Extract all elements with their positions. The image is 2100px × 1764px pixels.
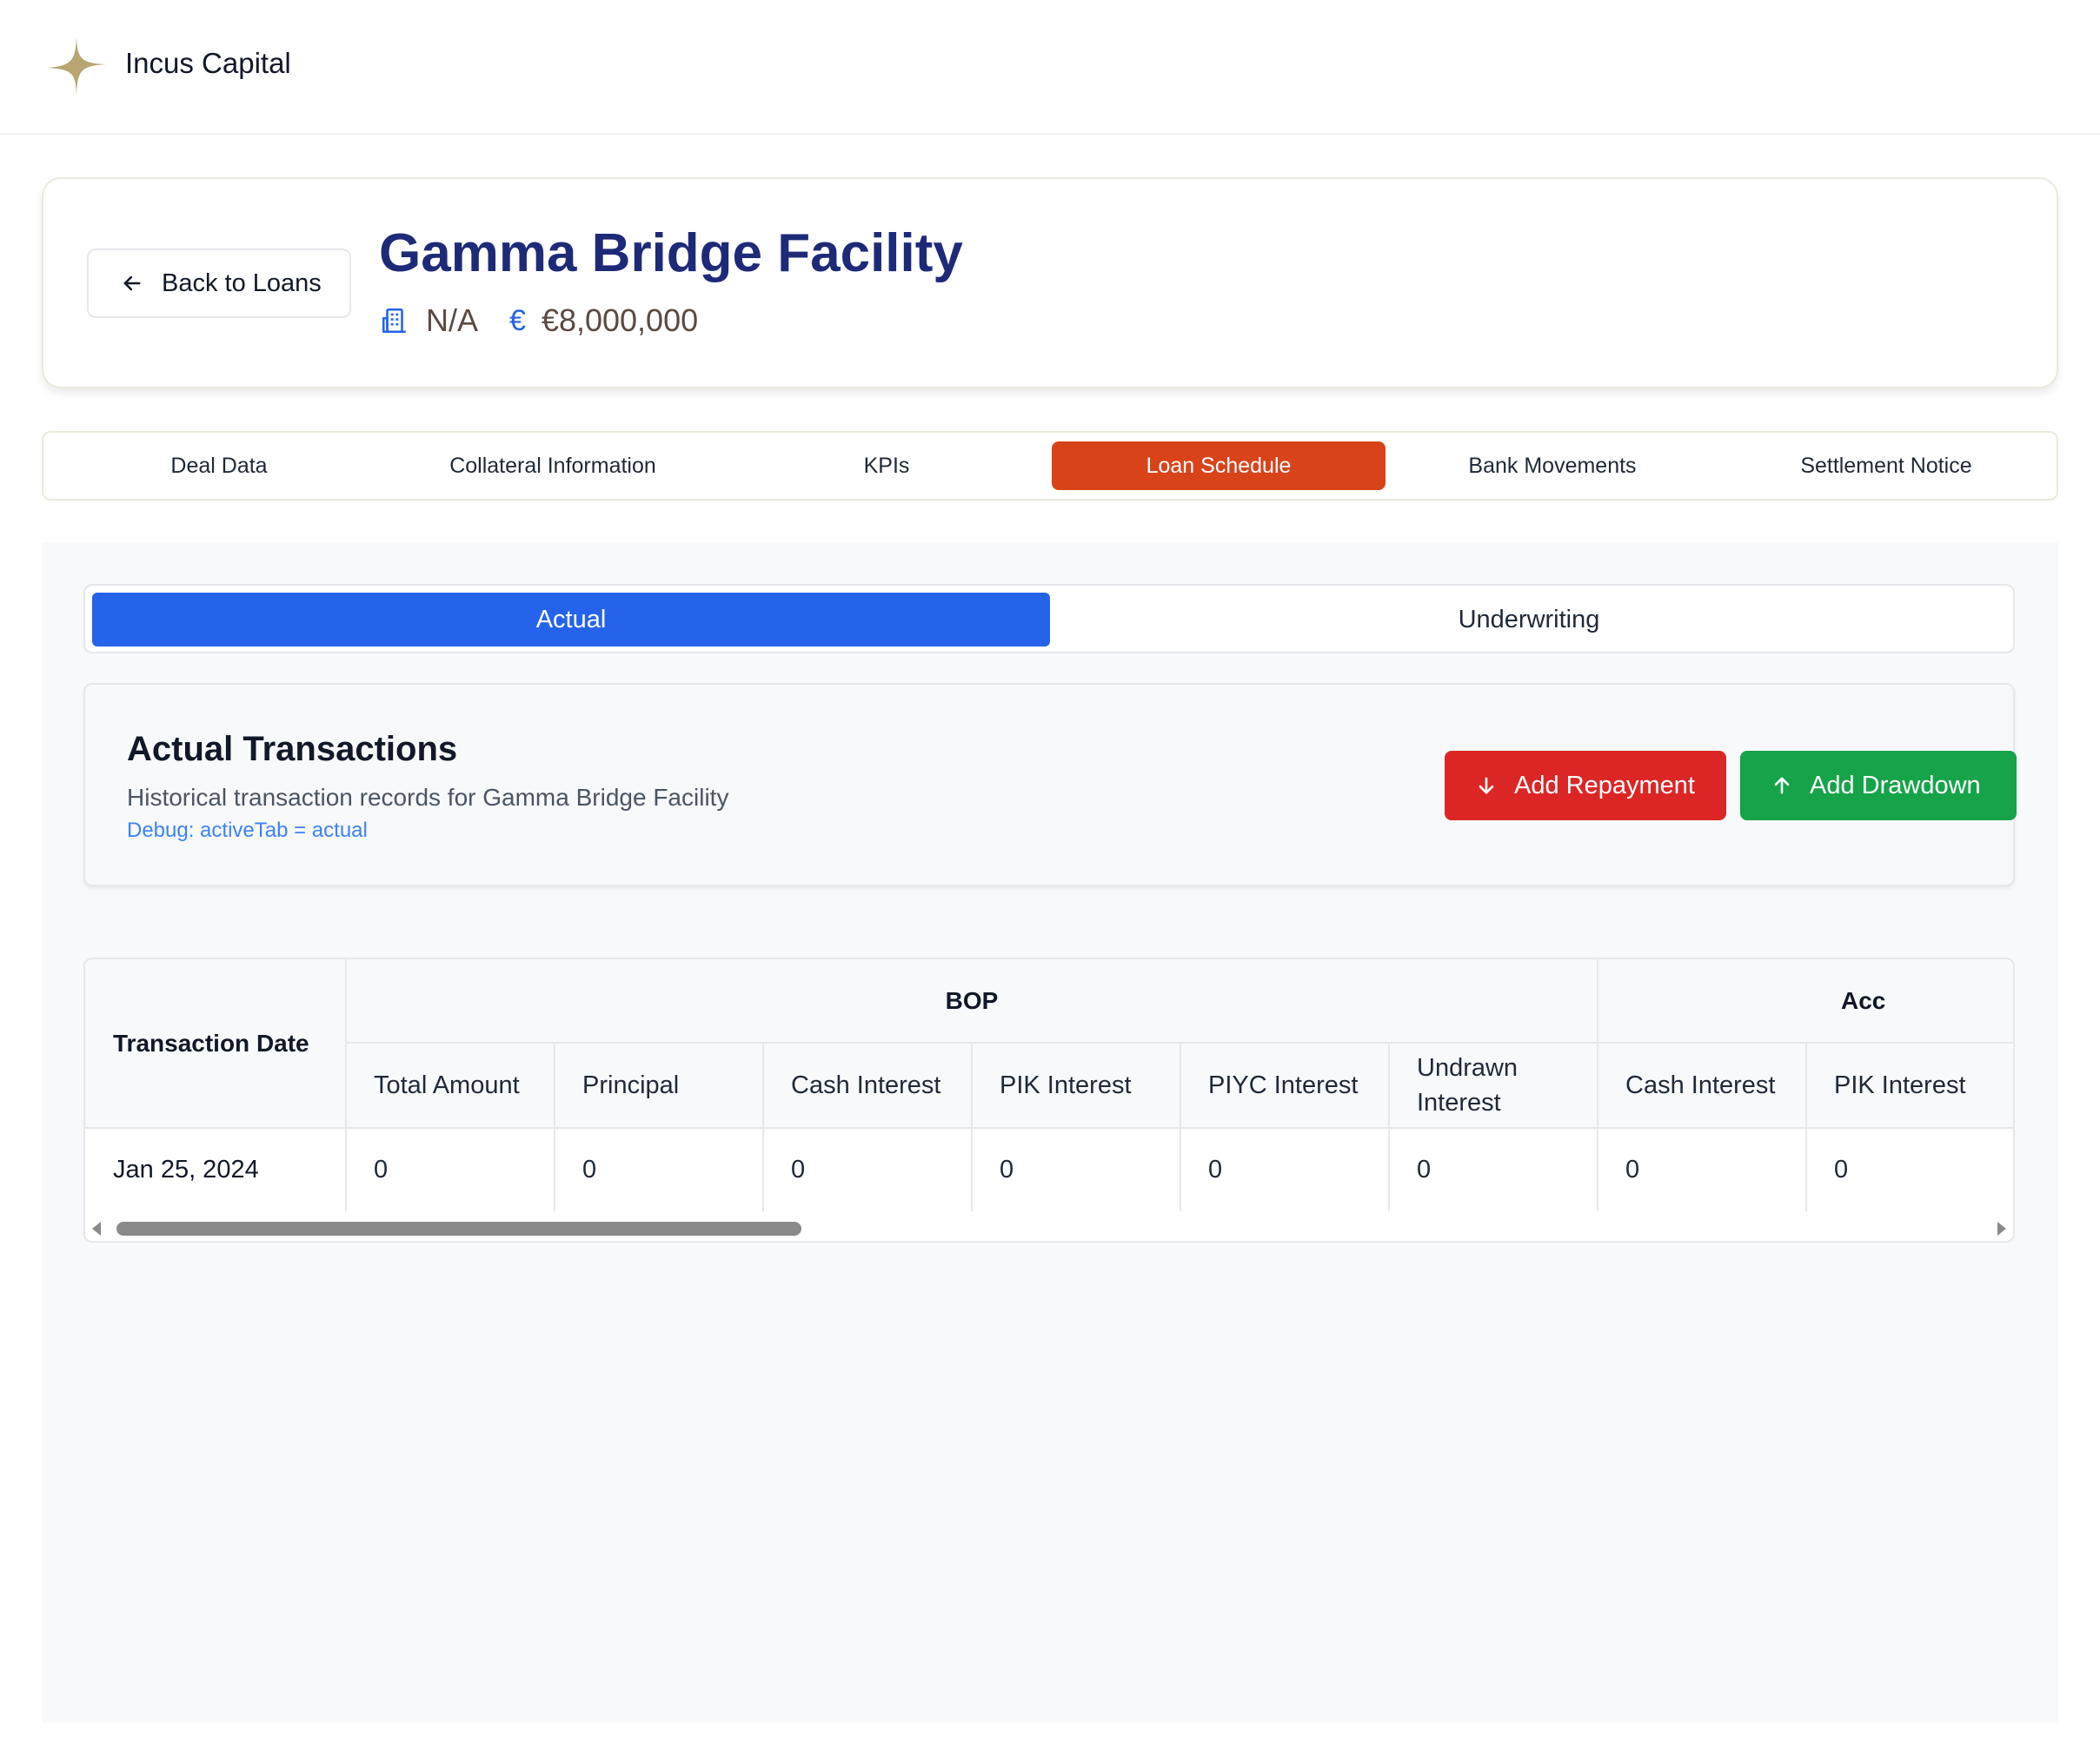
tab-settlement-notice[interactable]: Settlement Notice [1719,441,2053,490]
grid-line [1597,959,1598,1211]
tab-actual[interactable]: Actual [92,593,1050,647]
back-to-loans-label: Back to Loans [162,269,322,297]
row-acc-cash-interest: 0 [1625,1155,1640,1184]
add-drawdown-button[interactable]: Add Drawdown [1740,751,2017,820]
incus-logo-icon [47,36,106,96]
grid-line [1805,1043,1807,1211]
header-transaction-date: Transaction Date [113,1030,309,1057]
grid-line [345,959,347,1211]
tab-loan-schedule[interactable]: Loan Schedule [1052,441,1386,490]
header-principal: Principal [582,1071,680,1099]
tab-collateral-information[interactable]: Collateral Information [386,441,720,490]
row-acc-pik-interest: 0 [1834,1155,1849,1184]
actual-transactions-card: Actual Transactions Historical transacti… [83,683,2017,886]
loan-tabs: Deal Data Collateral Information KPIs Lo… [42,431,2058,501]
header-undrawn-interest: Undrawn Interest [1417,1054,1519,1117]
header-total-amount: Total Amount [374,1071,520,1099]
grid-line [554,1043,555,1211]
arrow-down-icon [1479,777,1494,794]
building-icon [379,305,410,336]
header-piyc-interest: PIYC Interest [1208,1071,1359,1099]
grid-line [2013,1043,2015,1211]
row-principal: 0 [582,1155,597,1184]
tab-underwriting[interactable]: Underwriting [1050,593,2008,647]
loan-header-card: Back to Loans Gamma Bridge Facility N/A … [42,177,2058,388]
row-total-amount: 0 [374,1155,389,1184]
debug-text: Debug: activeTab = actual [127,819,368,842]
deal-meta: N/A € €8,000,000 [379,302,698,339]
grid-line [971,1043,973,1211]
add-drawdown-label: Add Drawdown [1810,771,1981,799]
row-cash-interest: 0 [791,1155,806,1184]
header-pik-interest: PIK Interest [1000,1071,1132,1099]
brand-name: Incus Capital [125,47,291,79]
header-acc-cash-interest: Cash Interest [1625,1071,1776,1099]
scrollbar-thumb[interactable] [116,1222,801,1236]
grid-line [1388,1043,1390,1211]
tab-bank-movements[interactable]: Bank Movements [1386,441,1719,490]
grid-line [762,1043,764,1211]
arrow-left-icon [123,275,141,291]
row-pik-interest: 0 [1000,1155,1014,1184]
transactions-subtitle: Historical transaction records for Gamma… [127,784,729,811]
top-bar: Incus Capital [0,0,2100,135]
row-date: Jan 25, 2024 [113,1155,259,1184]
header-acc-pik-interest: PIK Interest [1834,1071,1966,1099]
grid-line [1180,1043,1181,1211]
schedule-type-tabs: Actual Underwriting [83,584,2015,653]
header-group-acc: Acc [1841,987,1886,1014]
company-name: N/A [426,302,479,338]
scroll-right-icon[interactable] [1997,1222,2006,1236]
header-group-bop: BOP [945,987,999,1014]
back-to-loans-button[interactable]: Back to Loans [87,249,351,318]
tab-deal-data[interactable]: Deal Data [52,441,386,490]
euro-icon: € [509,303,526,337]
deal-title: Gamma Bridge Facility [379,223,963,283]
header-cash-interest: Cash Interest [791,1071,941,1099]
scroll-left-icon[interactable] [92,1222,101,1236]
loan-schedule-panel: Actual Underwriting Actual Transactions … [42,542,2058,1722]
horizontal-scrollbar[interactable] [85,1211,2013,1241]
tab-kpis[interactable]: KPIs [720,441,1053,490]
arrow-up-icon [1774,777,1790,794]
row-undrawn-interest: 0 [1417,1155,1432,1184]
add-repayment-button[interactable]: Add Repayment [1445,751,1726,820]
add-repayment-label: Add Repayment [1514,771,1695,799]
transactions-title: Actual Transactions [127,730,458,768]
transactions-table: Transaction Date BOP Acc Total Amount Pr… [83,958,2015,1243]
row-piyc-interest: 0 [1208,1155,1223,1184]
loan-amount: €8,000,000 [541,302,699,338]
